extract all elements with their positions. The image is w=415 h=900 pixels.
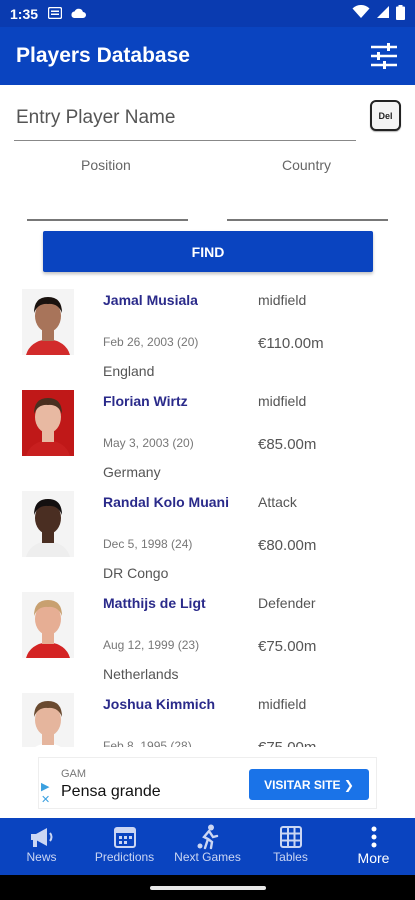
player-position: Defender	[258, 595, 316, 611]
filter-settings-button[interactable]	[369, 41, 399, 71]
player-name[interactable]: Jamal Musiala	[103, 292, 198, 308]
player-row[interactable]: Matthijs de Ligt Defender Aug 12, 1999 (…	[0, 586, 415, 687]
calendar-icon	[113, 824, 136, 850]
nav-predictions-label: Predictions	[94, 850, 155, 864]
position-filter-input[interactable]	[27, 219, 188, 221]
nav-next-games[interactable]: Next Games	[166, 818, 249, 875]
player-country: Germany	[103, 464, 161, 480]
player-birthdate: Feb 26, 2003 (20)	[103, 335, 199, 349]
home-gesture-handle[interactable]	[150, 886, 266, 890]
player-market-value: €75.00m	[258, 739, 316, 747]
player-birthdate: Feb 8, 1995 (28)	[103, 739, 192, 747]
more-vertical-icon	[370, 824, 378, 850]
position-filter-label: Position	[81, 157, 131, 173]
player-row[interactable]: Jamal Musiala midfield Feb 26, 2003 (20)…	[0, 283, 415, 384]
ad-text: Pensa grande	[61, 783, 161, 800]
player-photo	[22, 693, 74, 747]
player-birthdate: Aug 12, 1999 (23)	[103, 638, 200, 652]
nav-more[interactable]: More	[332, 818, 415, 875]
bottom-nav: News Predictions Next Games Tables More	[0, 818, 415, 875]
ad-banner[interactable]: ▶ ✕ GAM Pensa grande VISITAR SITE ❯	[38, 757, 377, 809]
signal-icon	[376, 5, 390, 22]
player-market-value: €85.00m	[258, 436, 317, 453]
sim-card-icon	[47, 6, 63, 22]
country-filter-label: Country	[282, 157, 332, 173]
player-photo	[22, 491, 74, 557]
player-position: midfield	[258, 393, 307, 409]
nav-tables[interactable]: Tables	[249, 818, 332, 875]
player-position: midfield	[258, 696, 307, 712]
nav-news-label: News	[26, 850, 57, 864]
status-time: 1:35	[10, 5, 39, 22]
player-photo	[22, 592, 74, 658]
wifi-icon	[352, 4, 370, 22]
player-market-value: €80.00m	[258, 537, 317, 554]
find-button[interactable]: FIND	[43, 231, 373, 272]
player-birthdate: May 3, 2003 (20)	[103, 436, 194, 450]
player-name[interactable]: Matthijs de Ligt	[103, 595, 206, 611]
system-nav-bar	[0, 875, 415, 900]
player-name-input[interactable]	[14, 96, 356, 141]
app-bar: Players Database	[0, 27, 415, 85]
player-photo	[22, 289, 74, 355]
player-name[interactable]: Florian Wirtz	[103, 393, 188, 409]
delete-button-label: Del	[378, 110, 393, 121]
tune-icon	[371, 43, 397, 69]
delete-button[interactable]: Del	[370, 100, 401, 131]
player-row[interactable]: Joshua Kimmich midfield Feb 8, 1995 (28)…	[0, 687, 415, 747]
player-country: Netherlands	[103, 666, 179, 682]
player-market-value: €110.00m	[258, 335, 324, 352]
page-title: Players Database	[16, 44, 190, 67]
cloud-icon	[70, 6, 87, 22]
player-row[interactable]: Florian Wirtz midfield May 3, 2003 (20) …	[0, 384, 415, 485]
players-list[interactable]: Jamal Musiala midfield Feb 26, 2003 (20)…	[0, 283, 415, 747]
player-market-value: €75.00m	[258, 638, 317, 655]
find-button-label: FIND	[191, 243, 225, 260]
country-filter-input[interactable]	[227, 219, 388, 221]
ad-visit-button-label: VISITAR SITE ❯	[264, 777, 354, 792]
nav-tables-label: Tables	[273, 850, 308, 864]
status-bar: 1:35	[0, 0, 415, 27]
player-position: midfield	[258, 292, 307, 308]
player-country: England	[103, 363, 155, 379]
player-birthdate: Dec 5, 1998 (24)	[103, 537, 193, 551]
nav-predictions[interactable]: Predictions	[83, 818, 166, 875]
ad-choices-icon[interactable]: ▶ ✕	[41, 780, 50, 806]
player-position: Attack	[258, 494, 297, 510]
ad-source: GAM	[61, 768, 87, 780]
player-photo	[22, 390, 74, 456]
table-grid-icon	[279, 824, 302, 850]
soccer-player-icon	[196, 824, 220, 850]
battery-icon	[396, 4, 405, 23]
nav-next-games-label: Next Games	[174, 850, 241, 864]
nav-more-label: More	[357, 850, 390, 866]
player-name[interactable]: Randal Kolo Muani	[103, 494, 229, 510]
player-row[interactable]: Randal Kolo Muani Attack Dec 5, 1998 (24…	[0, 485, 415, 586]
search-row: Del	[14, 96, 404, 142]
nav-news[interactable]: News	[0, 818, 83, 875]
ad-visit-button[interactable]: VISITAR SITE ❯	[249, 769, 369, 800]
player-country: DR Congo	[103, 565, 169, 581]
player-name[interactable]: Joshua Kimmich	[103, 696, 215, 712]
megaphone-icon	[29, 824, 55, 850]
